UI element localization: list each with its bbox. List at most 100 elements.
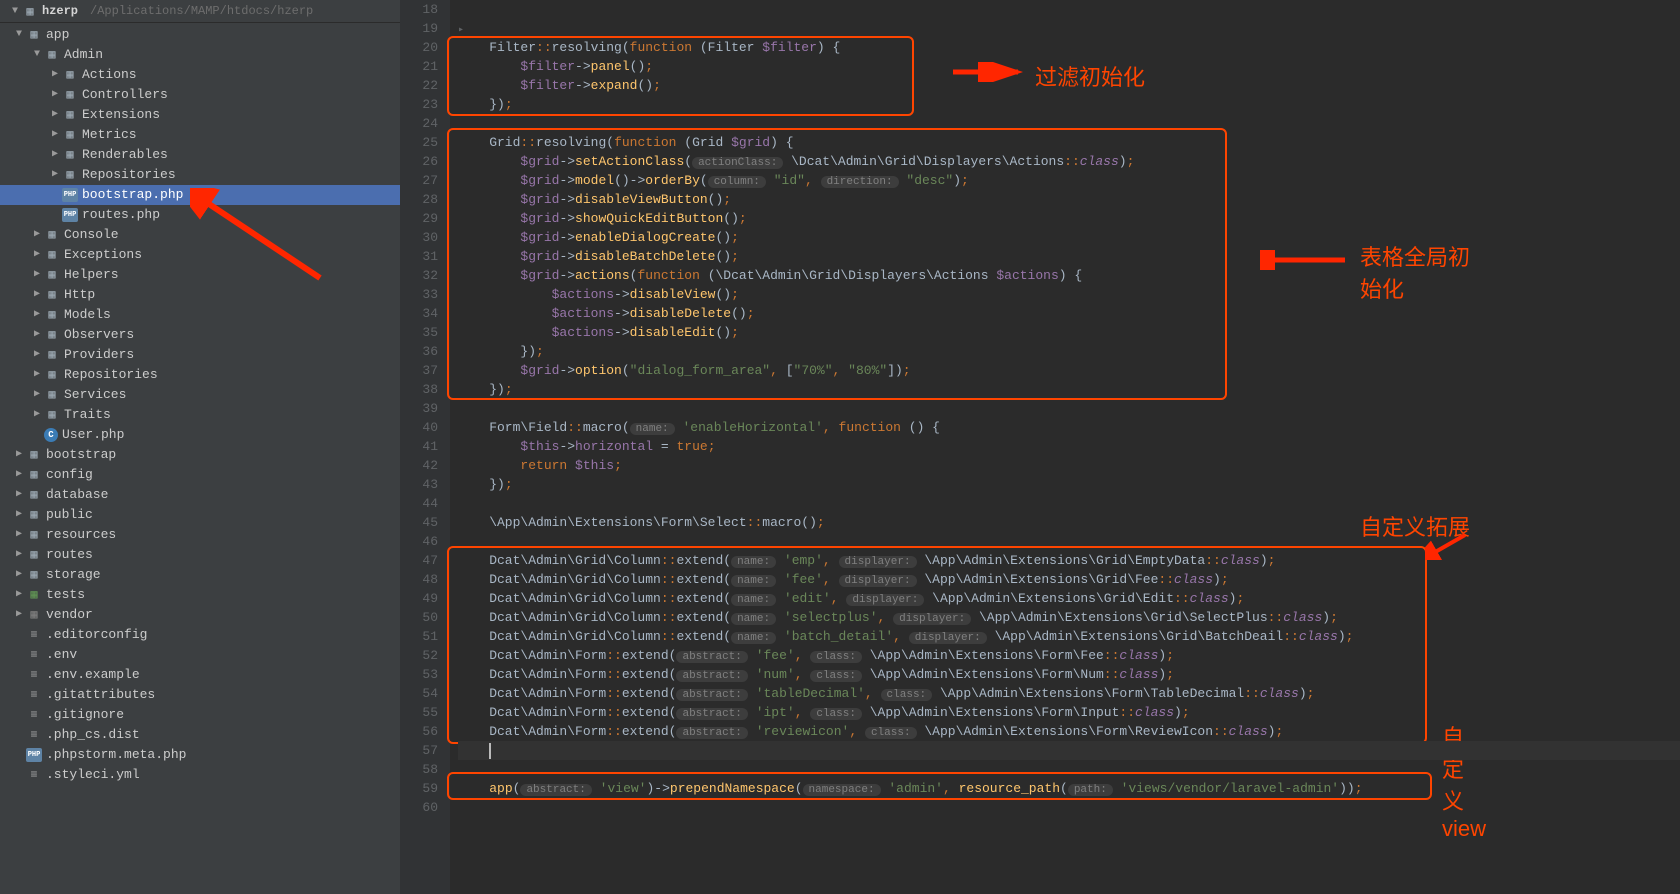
tree-row[interactable]: ▶▦Metrics [0,125,400,145]
tree-row[interactable]: ▶▦Repositories [0,165,400,185]
tree-row[interactable]: ▶▦database [0,485,400,505]
chevron-right-icon[interactable]: ▶ [48,125,62,145]
code-line[interactable]: }); [458,342,1680,361]
code-line[interactable]: Dcat\Admin\Form::extend(abstract: 'ipt',… [458,703,1680,722]
chevron-right-icon[interactable]: ▶ [48,145,62,165]
code-line[interactable]: app(abstract: 'view')->prependNamespace(… [458,779,1680,798]
tree-row[interactable]: ≡.editorconfig [0,625,400,645]
code-line[interactable]: $actions->disableDelete(); [458,304,1680,323]
chevron-right-icon[interactable]: ▶ [30,405,44,425]
chevron-down-icon[interactable]: ▼ [12,25,26,45]
tree-row[interactable]: ▶▦Console [0,225,400,245]
code-line[interactable]: $grid->disableViewButton(); [458,190,1680,209]
chevron-right-icon[interactable]: ▶ [12,605,26,625]
code-line[interactable]: return $this; [458,456,1680,475]
tree-row[interactable]: CUser.php [0,425,400,445]
chevron-right-icon[interactable]: ▶ [30,325,44,345]
file-tree[interactable]: ▼▦app▼▦Admin▶▦Actions▶▦Controllers▶▦Exte… [0,23,400,894]
code-line[interactable]: $grid->showQuickEditButton(); [458,209,1680,228]
tree-row[interactable]: ▶▦Actions [0,65,400,85]
tree-row[interactable]: ≡.styleci.yml [0,765,400,785]
code-editor[interactable]: 1819202122232425262728293031323334353637… [400,0,1680,894]
chevron-right-icon[interactable]: ▶ [48,65,62,85]
chevron-down-icon[interactable]: ▼ [30,45,44,65]
code-line[interactable] [458,0,1680,19]
tree-row[interactable]: ▼▦app [0,25,400,45]
code-line[interactable]: Form\Field::macro(name: 'enableHorizonta… [458,418,1680,437]
code-line[interactable]: ▸ [458,19,1680,38]
code-line[interactable]: \App\Admin\Extensions\Form\Select::macro… [458,513,1680,532]
code-line[interactable]: Dcat\Admin\Form::extend(abstract: 'num',… [458,665,1680,684]
code-line[interactable]: $grid->option("dialog_form_area", ["70%"… [458,361,1680,380]
tree-row[interactable]: ▶▦routes [0,545,400,565]
code-line[interactable] [458,798,1680,817]
tree-row[interactable]: ≡.php_cs.dist [0,725,400,745]
chevron-right-icon[interactable]: ▶ [48,85,62,105]
chevron-right-icon[interactable]: ▶ [12,585,26,605]
code-line[interactable]: Dcat\Admin\Form::extend(abstract: 'revie… [458,722,1680,741]
code-line[interactable]: Filter::resolving(function (Filter $filt… [458,38,1680,57]
project-sidebar[interactable]: ▼ ▦ hzerp /Applications/MAMP/htdocs/hzer… [0,0,400,894]
code-line[interactable]: $actions->disableView(); [458,285,1680,304]
code-line[interactable]: Grid::resolving(function (Grid $grid) { [458,133,1680,152]
chevron-right-icon[interactable]: ▶ [48,105,62,125]
tree-row[interactable]: ≡.env [0,645,400,665]
code-line[interactable] [458,760,1680,779]
code-line[interactable] [458,494,1680,513]
tree-row[interactable]: ▶▦config [0,465,400,485]
chevron-right-icon[interactable]: ▶ [12,445,26,465]
tree-row[interactable]: ▶▦Exceptions [0,245,400,265]
code-line[interactable]: $grid->setActionClass(actionClass: \Dcat… [458,152,1680,171]
tree-row[interactable]: ▶▦Helpers [0,265,400,285]
tree-row[interactable]: ≡.env.example [0,665,400,685]
code-line[interactable]: Dcat\Admin\Grid\Column::extend(name: 'fe… [458,570,1680,589]
code-line[interactable] [458,114,1680,133]
tree-row[interactable]: ▶▦storage [0,565,400,585]
code-line[interactable]: Dcat\Admin\Form::extend(abstract: 'table… [458,684,1680,703]
code-line[interactable]: Dcat\Admin\Grid\Column::extend(name: 'ba… [458,627,1680,646]
tree-row[interactable]: ▶▦Extensions [0,105,400,125]
tree-row[interactable]: ▶▦Observers [0,325,400,345]
chevron-right-icon[interactable]: ▶ [12,465,26,485]
code-line[interactable] [458,399,1680,418]
chevron-right-icon[interactable]: ▶ [30,345,44,365]
chevron-right-icon[interactable]: ▶ [30,385,44,405]
chevron-right-icon[interactable]: ▶ [30,245,44,265]
code-line[interactable]: $filter->panel(); [458,57,1680,76]
chevron-right-icon[interactable]: ▶ [12,485,26,505]
tree-row[interactable]: PHPbootstrap.php [0,185,400,205]
code-line[interactable]: Dcat\Admin\Grid\Column::extend(name: 'em… [458,551,1680,570]
code-area[interactable]: 过滤初始化 表格全局初始化 自定义拓展 自定义view ▸ Filter::re… [450,0,1680,894]
tree-row[interactable]: ▶▦Traits [0,405,400,425]
chevron-down-icon[interactable]: ▼ [8,6,22,17]
chevron-right-icon[interactable]: ▶ [48,165,62,185]
code-line[interactable]: Dcat\Admin\Grid\Column::extend(name: 'ed… [458,589,1680,608]
tree-row[interactable]: ▶▦Http [0,285,400,305]
chevron-right-icon[interactable]: ▶ [12,545,26,565]
chevron-right-icon[interactable]: ▶ [30,365,44,385]
tree-row[interactable]: ▶▦resources [0,525,400,545]
chevron-right-icon[interactable]: ▶ [12,565,26,585]
chevron-right-icon[interactable]: ▶ [12,525,26,545]
tree-row[interactable]: PHP.phpstorm.meta.php [0,745,400,765]
chevron-right-icon[interactable]: ▶ [30,265,44,285]
tree-row[interactable]: ▶▦Repositories [0,365,400,385]
tree-row[interactable]: ▶▦public [0,505,400,525]
tree-row[interactable]: ▶▦Services [0,385,400,405]
code-line[interactable]: Dcat\Admin\Grid\Column::extend(name: 'se… [458,608,1680,627]
code-line[interactable]: $grid->actions(function (\Dcat\Admin\Gri… [458,266,1680,285]
chevron-right-icon[interactable]: ▶ [12,505,26,525]
code-line[interactable]: }); [458,95,1680,114]
chevron-right-icon[interactable]: ▶ [30,225,44,245]
tree-row[interactable]: PHProutes.php [0,205,400,225]
tree-row[interactable]: ▶▦bootstrap [0,445,400,465]
code-line[interactable]: Dcat\Admin\Form::extend(abstract: 'fee',… [458,646,1680,665]
tree-row[interactable]: ≡.gitignore [0,705,400,725]
chevron-right-icon[interactable]: ▶ [30,305,44,325]
tree-row[interactable]: ▶▦vendor [0,605,400,625]
code-line[interactable]: $filter->expand(); [458,76,1680,95]
code-line[interactable]: $actions->disableEdit(); [458,323,1680,342]
code-line[interactable]: $grid->disableBatchDelete(); [458,247,1680,266]
tree-row[interactable]: ▶▦Models [0,305,400,325]
tree-row[interactable]: ▶▦Controllers [0,85,400,105]
